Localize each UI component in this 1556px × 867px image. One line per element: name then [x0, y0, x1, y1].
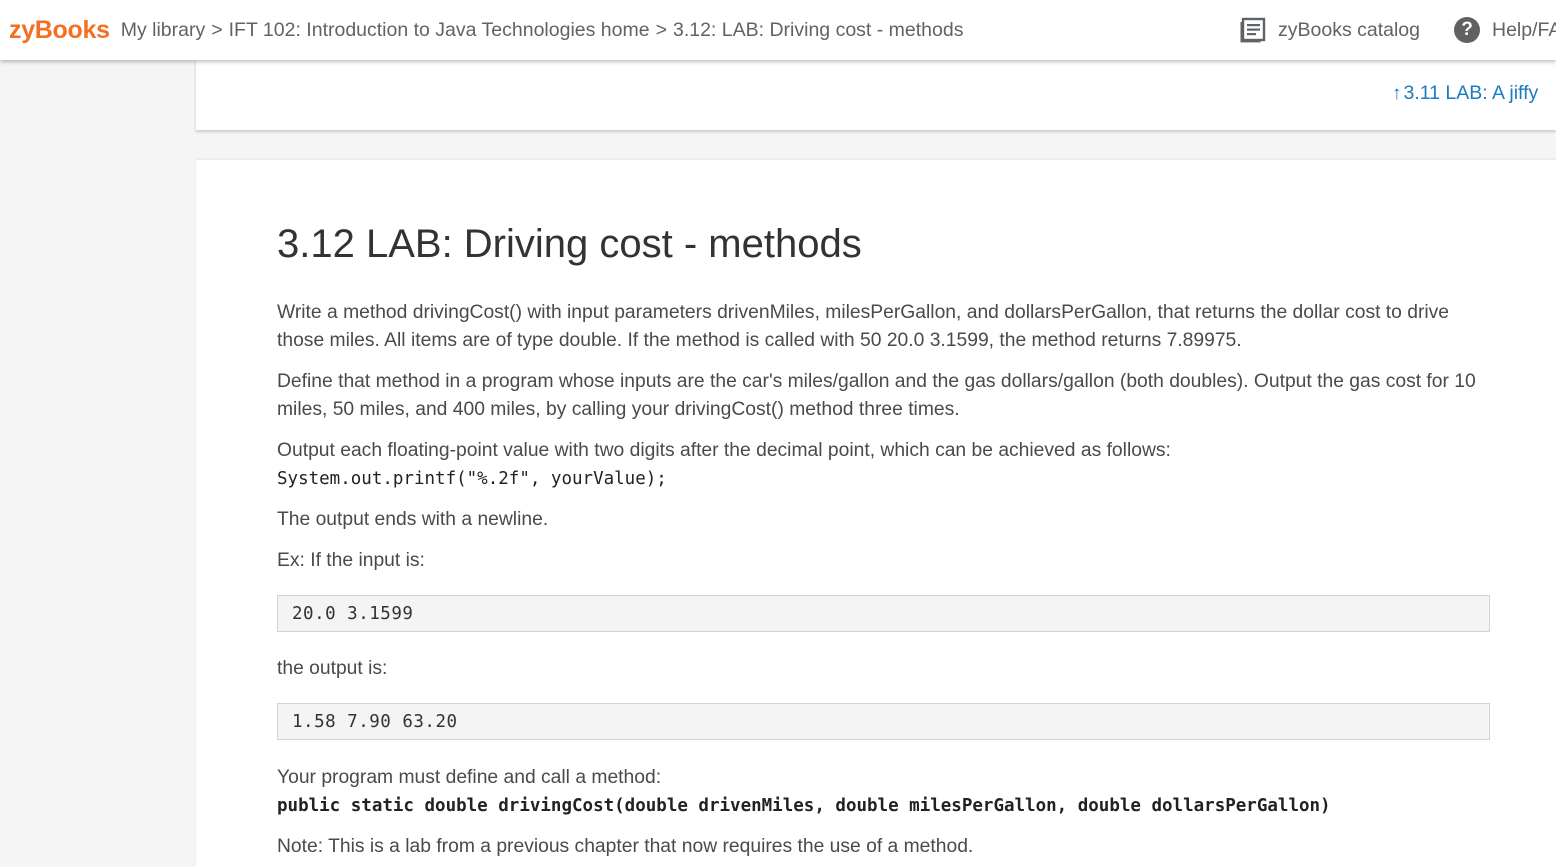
help-label: Help/FAQ — [1492, 18, 1556, 41]
example-input-label: Ex: If the input is: — [277, 550, 425, 571]
breadcrumb: My library > IFT 102: Introduction to Ja… — [121, 19, 964, 42]
lab-note: Note: This is a lab from a previous chap… — [277, 836, 974, 857]
method-requirement-text: Your program must define and call a meth… — [277, 767, 662, 788]
zybooks-logo[interactable]: zyBooks — [9, 16, 110, 45]
breadcrumb-separator: > — [655, 18, 667, 41]
previous-section-link[interactable]: ↑ 3.11 LAB: A jiffy — [1392, 82, 1538, 105]
printf-code-snippet: System.out.printf("%.2f", yourValue); — [277, 469, 667, 489]
instruction-paragraph-3: Output each floating-point value with tw… — [277, 437, 1490, 493]
section-title: 3.12 LAB: Driving cost - methods — [277, 222, 862, 266]
instruction-paragraph-1: Write a method drivingCost() with input … — [277, 302, 1450, 351]
breadcrumb-my-library[interactable]: My library — [121, 19, 206, 42]
format-instruction-text: Output each floating-point value with tw… — [277, 440, 1171, 461]
zybooks-catalog-button[interactable]: zyBooks catalog — [1240, 17, 1420, 43]
section-nav-card: ↑ 3.11 LAB: A jiffy — [196, 60, 1556, 130]
arrow-up-icon: ↑ — [1392, 82, 1402, 104]
topbar-actions: zyBooks catalog ? Help/FAQ — [1240, 0, 1556, 60]
catalog-book-icon — [1240, 17, 1266, 43]
top-bar: zyBooks My library > IFT 102: Introducti… — [0, 0, 1556, 60]
help-faq-button[interactable]: ? Help/FAQ — [1454, 17, 1556, 43]
example-input-box: 20.0 3.1599 — [277, 595, 1490, 632]
previous-section-label: 3.11 LAB: A jiffy — [1403, 82, 1539, 104]
instruction-paragraph-2: Define that method in a program whose in… — [277, 371, 1476, 420]
example-output-box: 1.58 7.90 63.20 — [277, 703, 1490, 740]
catalog-label: zyBooks catalog — [1278, 18, 1420, 41]
section-content-card: 3.12 LAB: Driving cost - methods Write a… — [196, 160, 1556, 867]
example-output-label: the output is: — [277, 658, 388, 679]
method-requirement: Your program must define and call a meth… — [277, 764, 1490, 820]
method-signature-code: public static double drivingCost(double … — [277, 796, 1331, 816]
breadcrumb-current-section[interactable]: 3.12: LAB: Driving cost - methods — [673, 19, 963, 42]
breadcrumb-course-home[interactable]: IFT 102: Introduction to Java Technologi… — [229, 19, 650, 42]
newline-note: The output ends with a newline. — [277, 509, 549, 530]
help-icon: ? — [1454, 17, 1480, 43]
breadcrumb-separator: > — [211, 18, 223, 41]
